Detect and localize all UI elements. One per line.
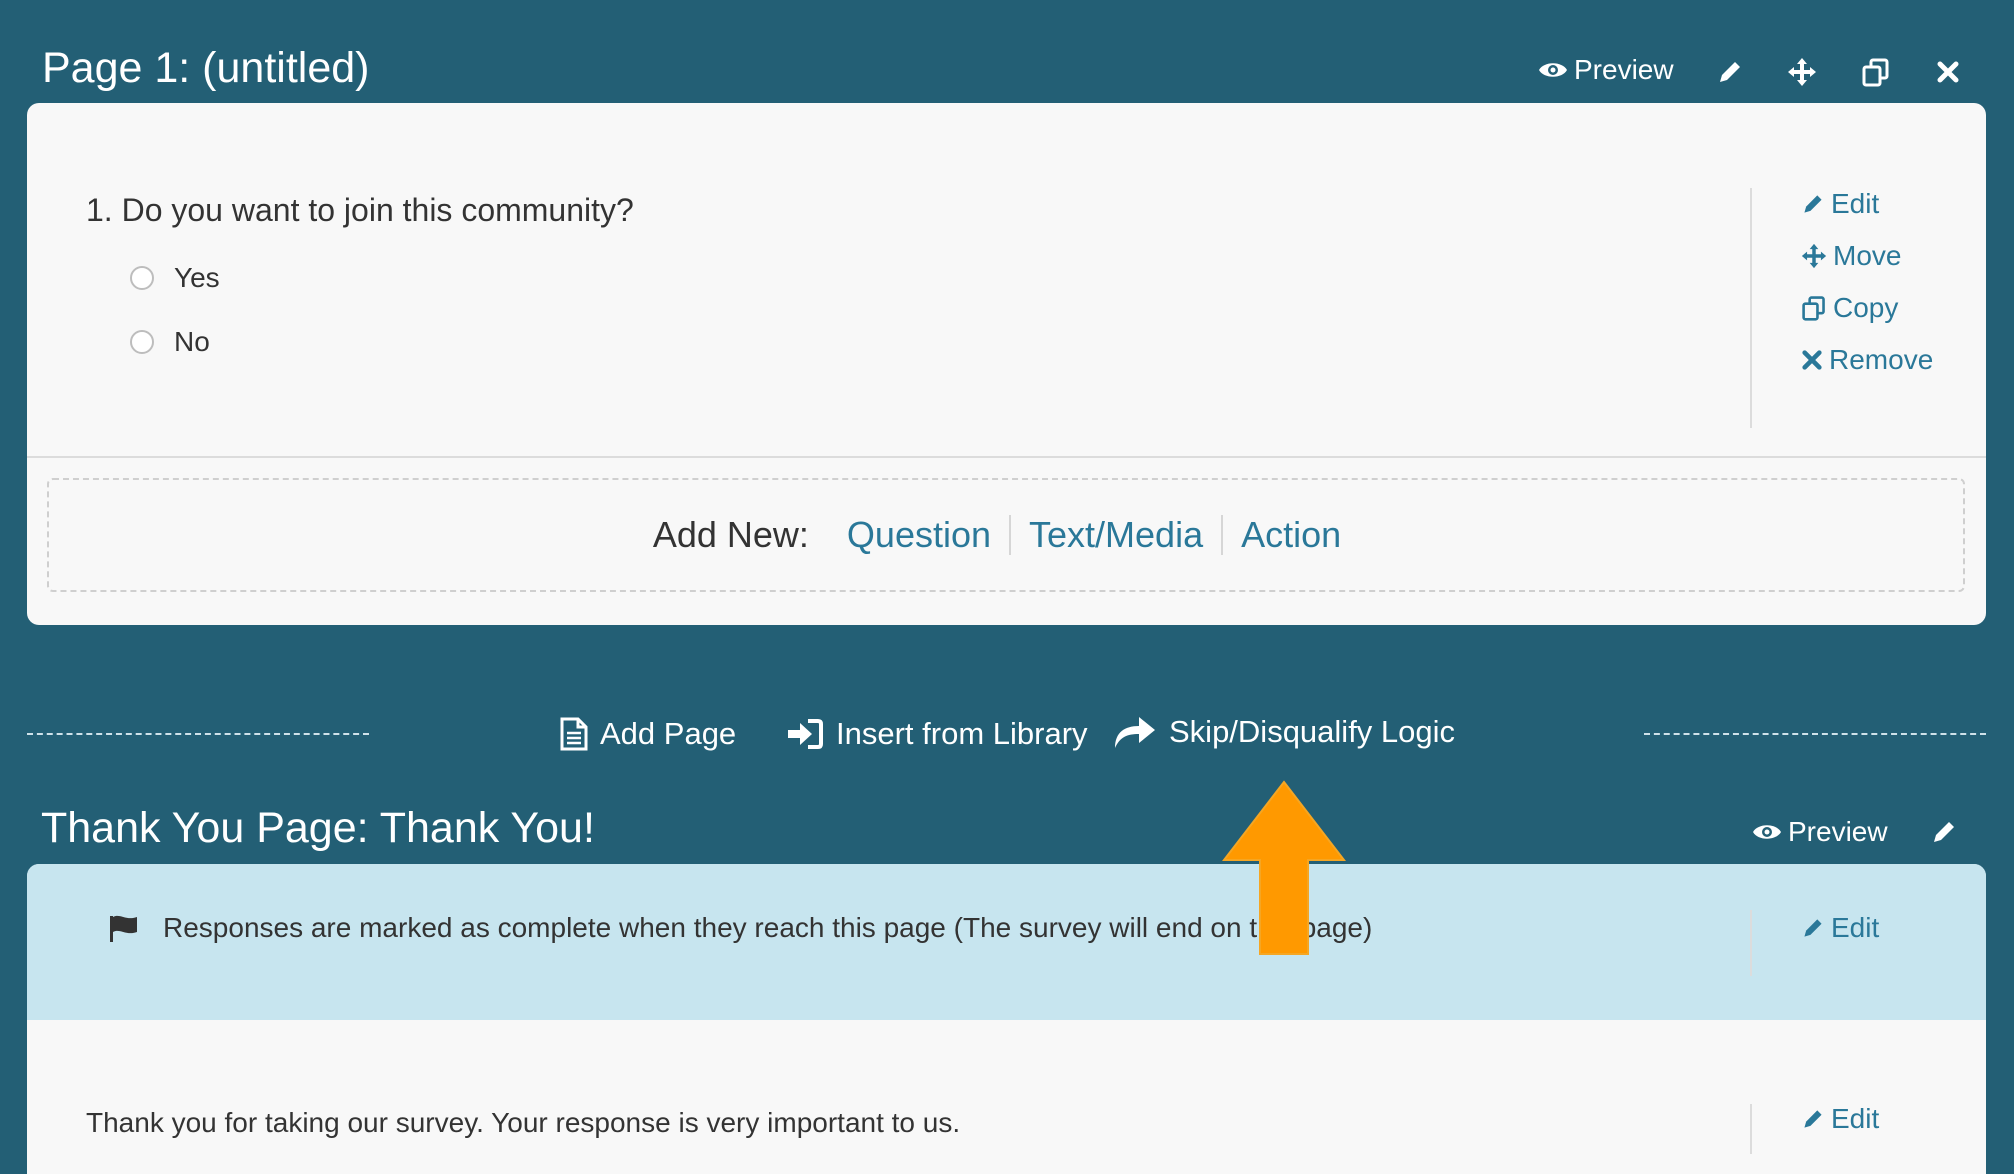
pencil-icon (1804, 1110, 1822, 1128)
sign-in-icon (788, 719, 823, 749)
edit-thank-you-page-button[interactable] (1928, 816, 1960, 848)
toolbar-dash-left (27, 733, 369, 735)
edit-label: Edit (1831, 912, 1880, 943)
move-icon (1801, 243, 1827, 269)
edit-message-button[interactable]: Edit (1801, 1103, 1879, 1135)
move-label: Move (1833, 240, 1902, 271)
info-action-divider (1750, 910, 1752, 976)
option-yes[interactable]: Yes (130, 262, 220, 294)
thank-you-message: Thank you for taking our survey. Your re… (86, 1107, 961, 1138)
pencil-icon (1934, 822, 1954, 842)
edit-question-button[interactable]: Edit (1801, 188, 1879, 220)
orange-up-arrow-icon (1222, 780, 1346, 955)
message-action-divider (1750, 1104, 1752, 1154)
insert-library-button[interactable]: Insert from Library (786, 716, 1088, 752)
add-page-label: Add Page (600, 716, 737, 751)
copy-page-button[interactable] (1860, 56, 1892, 88)
pencil-icon (1804, 195, 1822, 213)
panel-divider (27, 456, 1986, 458)
copy-label: Copy (1833, 292, 1899, 323)
move-icon (1788, 58, 1816, 86)
flag-icon (110, 915, 137, 942)
edit-page-button[interactable] (1714, 56, 1746, 88)
close-icon (1937, 61, 1959, 83)
insert-library-label: Insert from Library (836, 716, 1088, 751)
share-arrow-icon (1115, 717, 1155, 748)
add-new-label: Add New: (652, 514, 809, 555)
page-title: Page 1: (untitled) (42, 44, 370, 92)
skip-logic-button[interactable]: Skip/Disqualify Logic (1113, 714, 1455, 750)
thank-you-preview-button[interactable]: Preview (1752, 816, 1888, 848)
thank-you-page-title: Thank You Page: Thank You! (41, 804, 595, 852)
radio-yes[interactable] (130, 266, 154, 290)
file-icon (560, 717, 588, 751)
eye-icon (1753, 825, 1781, 839)
action-divider (1750, 188, 1752, 428)
preview-button[interactable]: Preview (1538, 54, 1674, 86)
thank-you-preview-label: Preview (1788, 816, 1888, 847)
add-new-bar: Add New: Question Text/Media Action (47, 478, 1965, 592)
copy-icon (1862, 58, 1889, 87)
toolbar-dash-right (1644, 733, 1986, 735)
add-action-link[interactable]: Action (1223, 514, 1359, 556)
question-title: 1. Do you want to join this community? (86, 192, 634, 228)
edit-label: Edit (1831, 1103, 1880, 1134)
pencil-icon (1804, 919, 1822, 937)
remove-question-button[interactable]: Remove (1801, 344, 1933, 376)
add-text-media-link[interactable]: Text/Media (1011, 514, 1221, 556)
add-question-link[interactable]: Question (829, 514, 1009, 556)
copy-question-button[interactable]: Copy (1801, 292, 1898, 324)
move-page-button[interactable] (1786, 56, 1818, 88)
option-no-label: No (174, 326, 210, 357)
copy-icon (1802, 296, 1825, 321)
radio-no[interactable] (130, 330, 154, 354)
completion-info-text: Responses are marked as complete when th… (163, 912, 1373, 943)
move-question-button[interactable]: Move (1801, 240, 1901, 272)
add-page-button[interactable]: Add Page (560, 716, 736, 752)
skip-logic-label: Skip/Disqualify Logic (1169, 714, 1456, 749)
eye-icon (1539, 63, 1567, 77)
close-icon (1802, 350, 1822, 370)
pencil-icon (1720, 62, 1740, 82)
delete-page-button[interactable] (1932, 56, 1964, 88)
edit-action-button[interactable]: Edit (1801, 912, 1879, 944)
preview-label: Preview (1574, 54, 1674, 85)
option-no[interactable]: No (130, 326, 210, 358)
remove-label: Remove (1829, 344, 1934, 375)
edit-label: Edit (1831, 188, 1880, 219)
option-yes-label: Yes (174, 262, 220, 293)
